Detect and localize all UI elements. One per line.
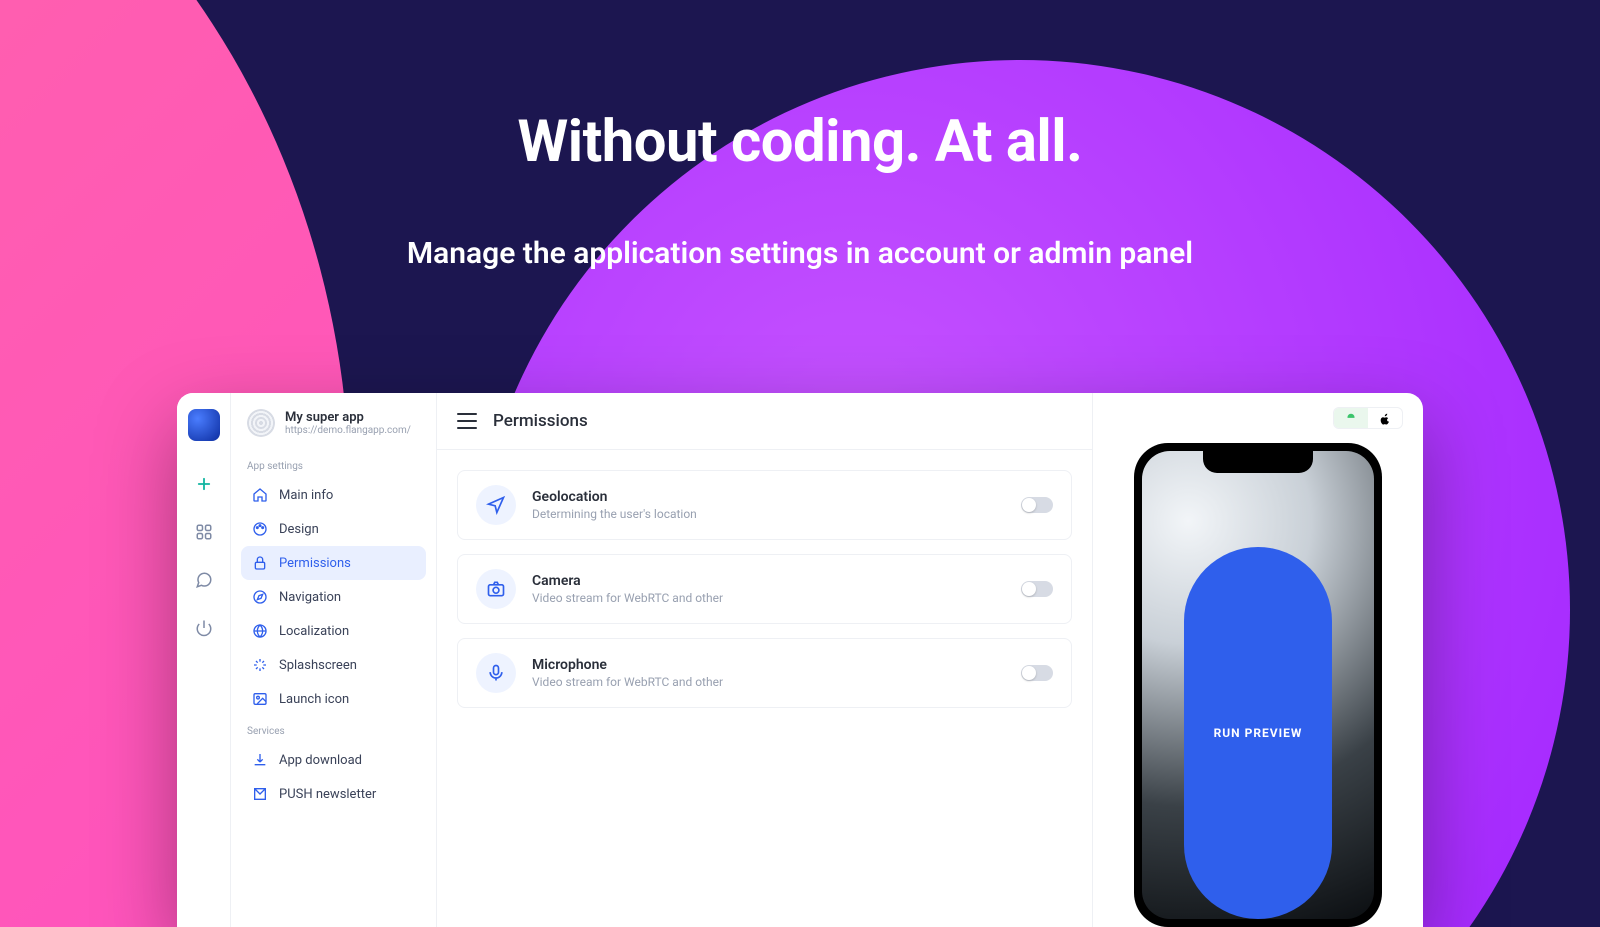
permission-desc: Video stream for WebRTC and other xyxy=(532,675,1005,689)
sidebar-item-launch-icon[interactable]: Launch icon xyxy=(241,682,426,716)
permission-geolocation: Geolocation Determining the user's locat… xyxy=(457,470,1072,540)
toggle-camera[interactable] xyxy=(1021,581,1053,597)
main-content: Permissions Geolocation Determining the … xyxy=(437,393,1093,927)
grid-icon[interactable] xyxy=(193,521,215,543)
app-url: https://demo.flangapp.com/ xyxy=(285,425,411,436)
sidebar-item-main-info[interactable]: Main info xyxy=(241,478,426,512)
sidebar-item-splashscreen[interactable]: Splashscreen xyxy=(241,648,426,682)
apple-icon[interactable] xyxy=(1368,408,1402,429)
download-icon xyxy=(251,751,269,769)
toggle-microphone[interactable] xyxy=(1021,665,1053,681)
phone-preview: RUN PREVIEW xyxy=(1134,443,1382,927)
app-header[interactable]: My super app https://demo.flangapp.com/ xyxy=(241,405,426,451)
permission-microphone: Microphone Video stream for WebRTC and o… xyxy=(457,638,1072,708)
brand-logo[interactable] xyxy=(188,409,220,441)
sidebar-item-label: Permissions xyxy=(279,556,351,571)
section-services: Services xyxy=(241,716,426,743)
sidebar-item-label: Navigation xyxy=(279,590,341,605)
hero-subtitle: Manage the application settings in accou… xyxy=(0,236,1600,271)
sidebar-item-app-download[interactable]: App download xyxy=(241,743,426,777)
phone-screen: RUN PREVIEW xyxy=(1142,451,1374,919)
menu-icon[interactable] xyxy=(457,413,477,429)
left-rail xyxy=(177,393,231,927)
permission-title: Microphone xyxy=(532,657,1005,673)
sidebar-item-navigation[interactable]: Navigation xyxy=(241,580,426,614)
sidebar-item-label: Design xyxy=(279,522,319,537)
mic-icon xyxy=(476,653,516,693)
permission-camera: Camera Video stream for WebRTC and other xyxy=(457,554,1072,624)
palette-icon xyxy=(251,520,269,538)
sidebar-item-label: Main info xyxy=(279,488,333,503)
power-icon[interactable] xyxy=(193,617,215,639)
app-avatar-icon xyxy=(247,409,275,437)
location-icon xyxy=(476,485,516,525)
toggle-geolocation[interactable] xyxy=(1021,497,1053,513)
admin-panel: My super app https://demo.flangapp.com/ … xyxy=(177,393,1423,927)
platform-switch[interactable] xyxy=(1333,407,1403,429)
chat-icon[interactable] xyxy=(193,569,215,591)
sidebar: My super app https://demo.flangapp.com/ … xyxy=(231,393,437,927)
send-icon xyxy=(251,785,269,803)
sidebar-item-label: Localization xyxy=(279,624,349,639)
phone-notch xyxy=(1203,451,1313,473)
permission-desc: Video stream for WebRTC and other xyxy=(532,591,1005,605)
sidebar-item-permissions[interactable]: Permissions xyxy=(241,546,426,580)
run-preview-button[interactable]: RUN PREVIEW xyxy=(1184,547,1333,919)
sparkle-icon xyxy=(251,656,269,674)
sidebar-item-label: Splashscreen xyxy=(279,658,357,673)
lock-icon xyxy=(251,554,269,572)
preview-pane: RUN PREVIEW xyxy=(1093,393,1423,927)
android-icon[interactable] xyxy=(1334,408,1368,429)
sidebar-item-label: PUSH newsletter xyxy=(279,787,376,802)
camera-icon xyxy=(476,569,516,609)
permission-title: Camera xyxy=(532,573,1005,589)
sidebar-item-push-newsletter[interactable]: PUSH newsletter xyxy=(241,777,426,811)
permission-title: Geolocation xyxy=(532,489,1005,505)
plus-icon[interactable] xyxy=(193,473,215,495)
image-icon xyxy=(251,690,269,708)
hero-title: Without coding. At all. xyxy=(0,108,1600,176)
app-name: My super app xyxy=(285,410,411,425)
sidebar-item-design[interactable]: Design xyxy=(241,512,426,546)
sidebar-item-label: Launch icon xyxy=(279,692,349,707)
page-title: Permissions xyxy=(493,411,588,431)
sidebar-item-label: App download xyxy=(279,753,362,768)
permission-desc: Determining the user's location xyxy=(532,507,1005,521)
globe-icon xyxy=(251,622,269,640)
sidebar-item-localization[interactable]: Localization xyxy=(241,614,426,648)
home-icon xyxy=(251,486,269,504)
section-app-settings: App settings xyxy=(241,451,426,478)
compass-icon xyxy=(251,588,269,606)
